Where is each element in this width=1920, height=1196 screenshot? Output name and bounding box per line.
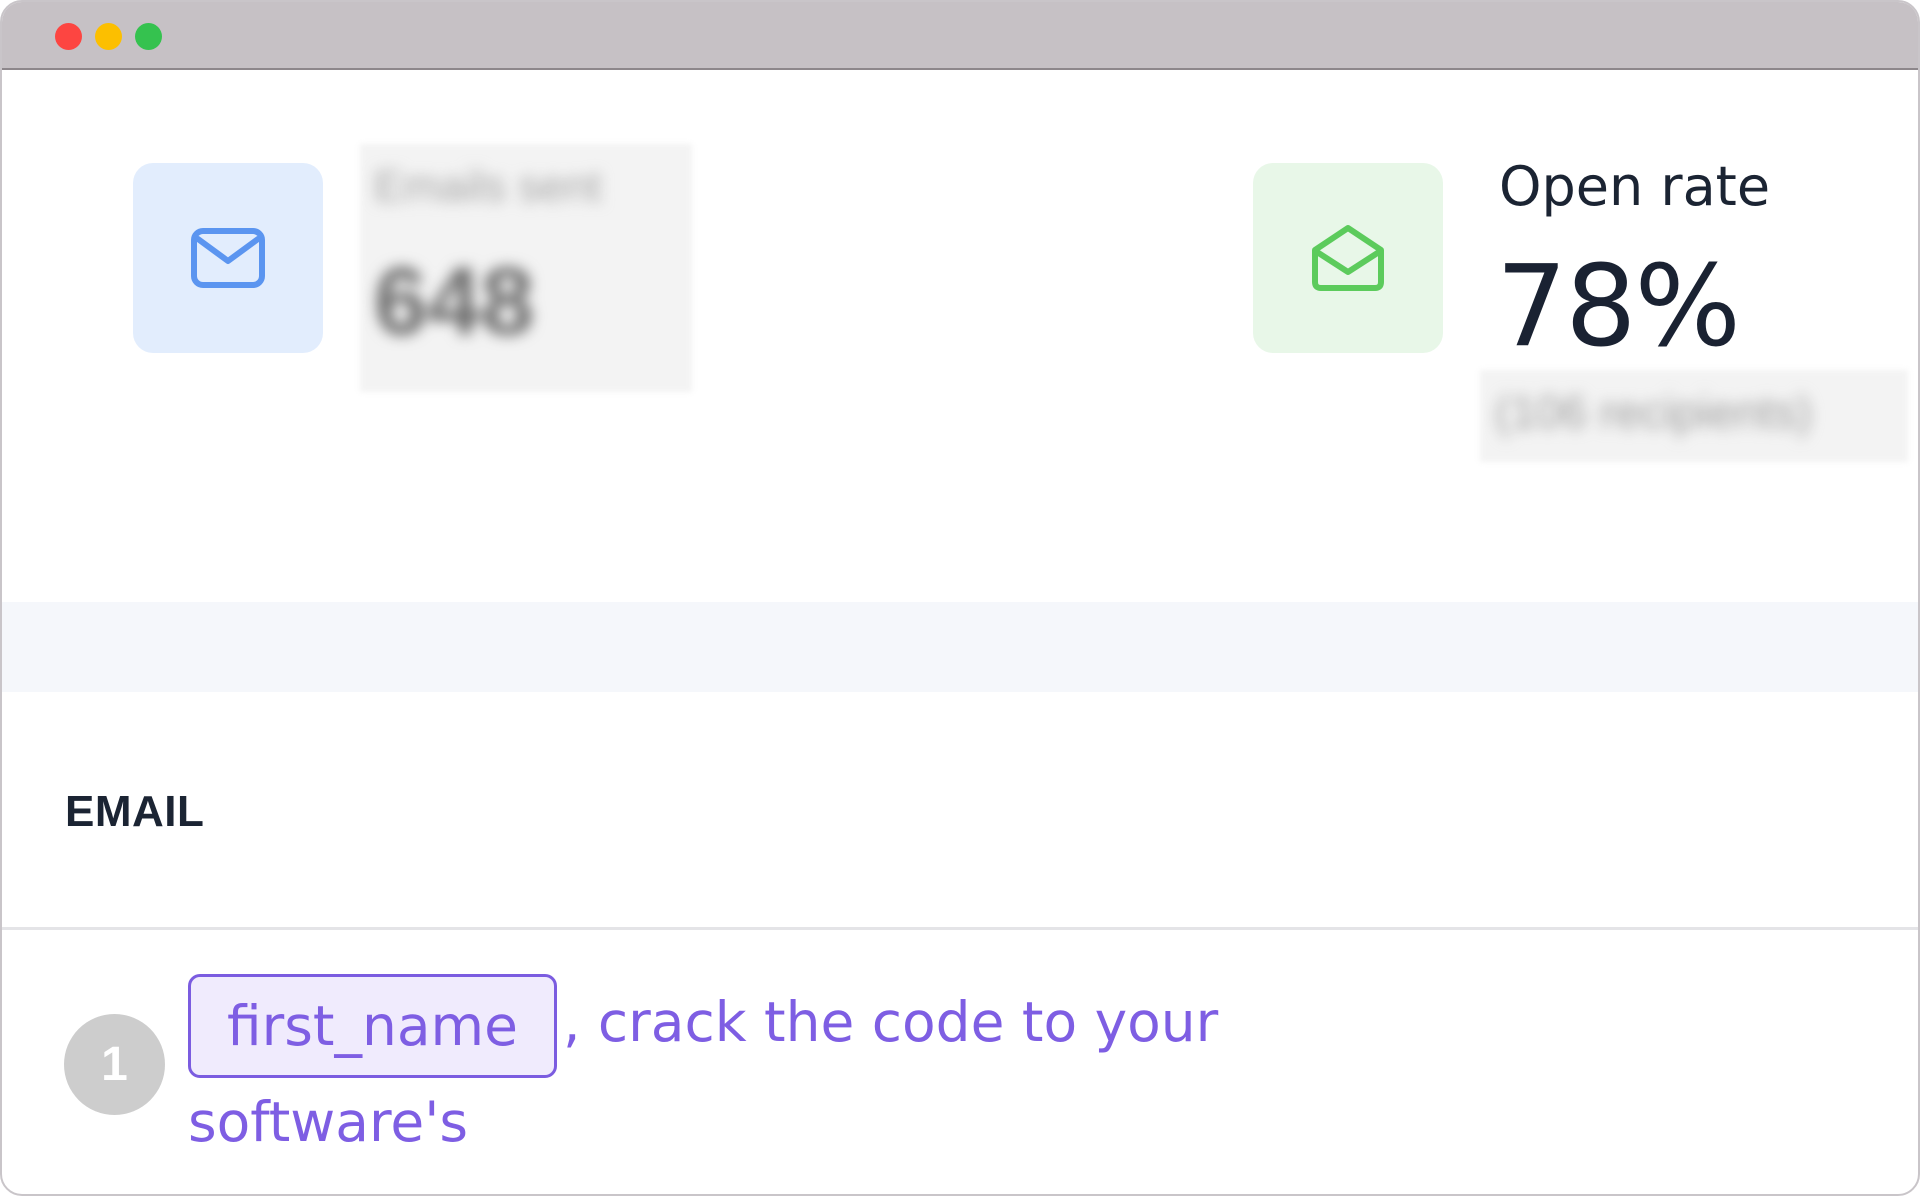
zoom-window-button[interactable] [135,23,162,50]
close-window-button[interactable] [55,23,82,50]
variable-chip-first-name[interactable]: first_name [188,974,557,1078]
subject-text-line2: success. [188,1178,421,1194]
open-rate-recipients: (106 recipients) [1495,386,1813,438]
section-separator-band [2,602,1918,692]
step-number-badge: 1 [64,1014,165,1115]
emails-sent-icon-tile [133,163,323,353]
minimize-window-button[interactable] [95,23,122,50]
open-rate-value: 78% [1496,242,1741,372]
emails-sent-value: 648 [374,248,535,355]
app-window: Emails sent 648 Open rate 78% (106 recip… [0,0,1920,1196]
title-bar [2,2,1918,70]
open-rate-icon-tile [1253,163,1443,353]
envelope-icon [191,228,265,288]
open-rate-label: Open rate [1499,155,1771,218]
open-envelope-icon [1312,225,1384,291]
email-subject-line[interactable]: first_name, crack the code to your softw… [188,974,1508,1194]
emails-sent-label: Emails sent [374,162,602,211]
email-section-heading: EMAIL [65,787,205,836]
section-divider [2,927,1918,930]
